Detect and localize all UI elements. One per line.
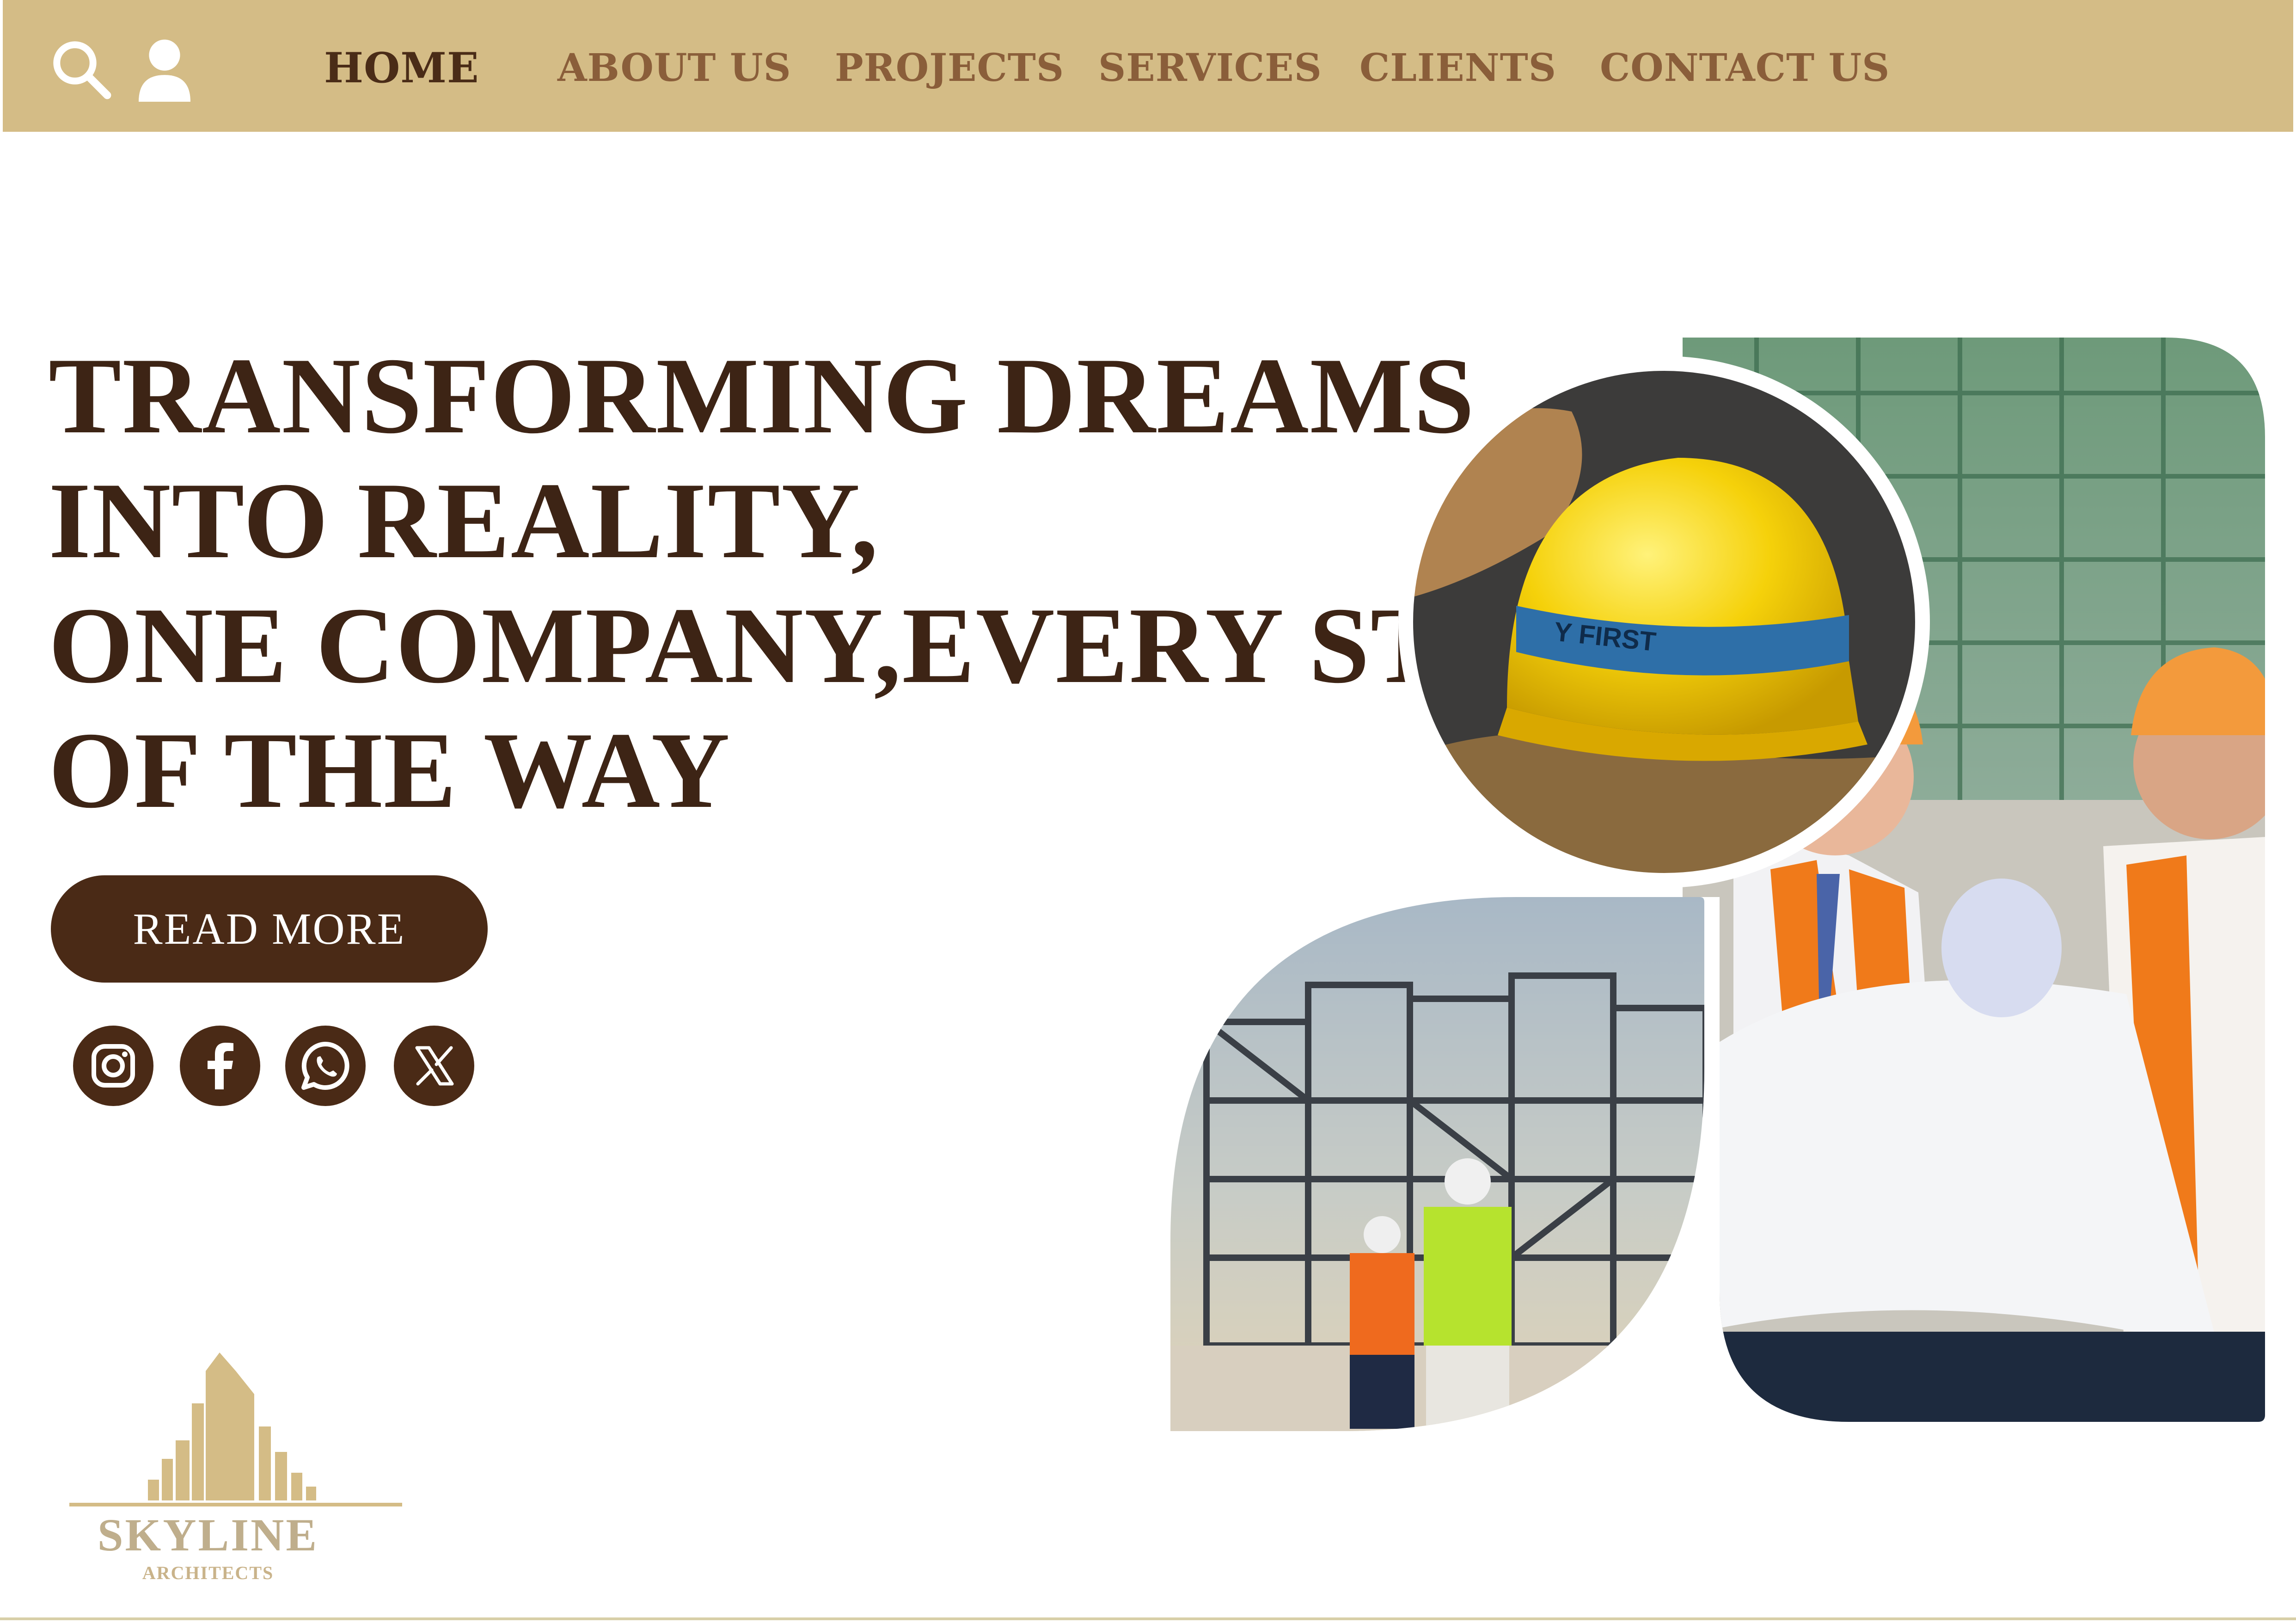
nav-about-us[interactable]: ABOUT US — [557, 43, 791, 93]
footer-divider — [0, 1617, 2296, 1620]
nav-contact-us[interactable]: CONTACT US — [1600, 43, 1890, 93]
scaffolding-photo — [1170, 897, 1704, 1431]
nav-home[interactable]: HOME — [324, 43, 479, 93]
top-nav-bar: HOME ABOUT US PROJECTS SERVICES CLIENTS … — [3, 0, 2293, 132]
x-icon — [415, 1046, 454, 1086]
nav-services[interactable]: SERVICES — [1098, 43, 1322, 93]
whatsapp-link[interactable] — [285, 1026, 366, 1106]
instagram-link[interactable] — [73, 1026, 153, 1106]
x-link[interactable] — [394, 1026, 474, 1106]
nav-clients[interactable]: CLIENTS — [1359, 43, 1556, 93]
read-more-button[interactable]: READ MORE — [51, 875, 488, 983]
photo-collage: Y FIRST — [1170, 338, 2265, 1431]
facebook-icon — [208, 1043, 233, 1089]
nav-projects[interactable]: PROJECTS — [835, 43, 1064, 93]
user-icon[interactable] — [135, 37, 195, 102]
facebook-link[interactable] — [180, 1026, 260, 1106]
instagram-icon — [92, 1044, 135, 1088]
logo-tagline: ARCHITECTS — [142, 1562, 274, 1583]
logo-wordmark: SKYLINE — [97, 1509, 319, 1561]
search-icon[interactable] — [47, 37, 116, 102]
whatsapp-icon — [301, 1042, 349, 1090]
